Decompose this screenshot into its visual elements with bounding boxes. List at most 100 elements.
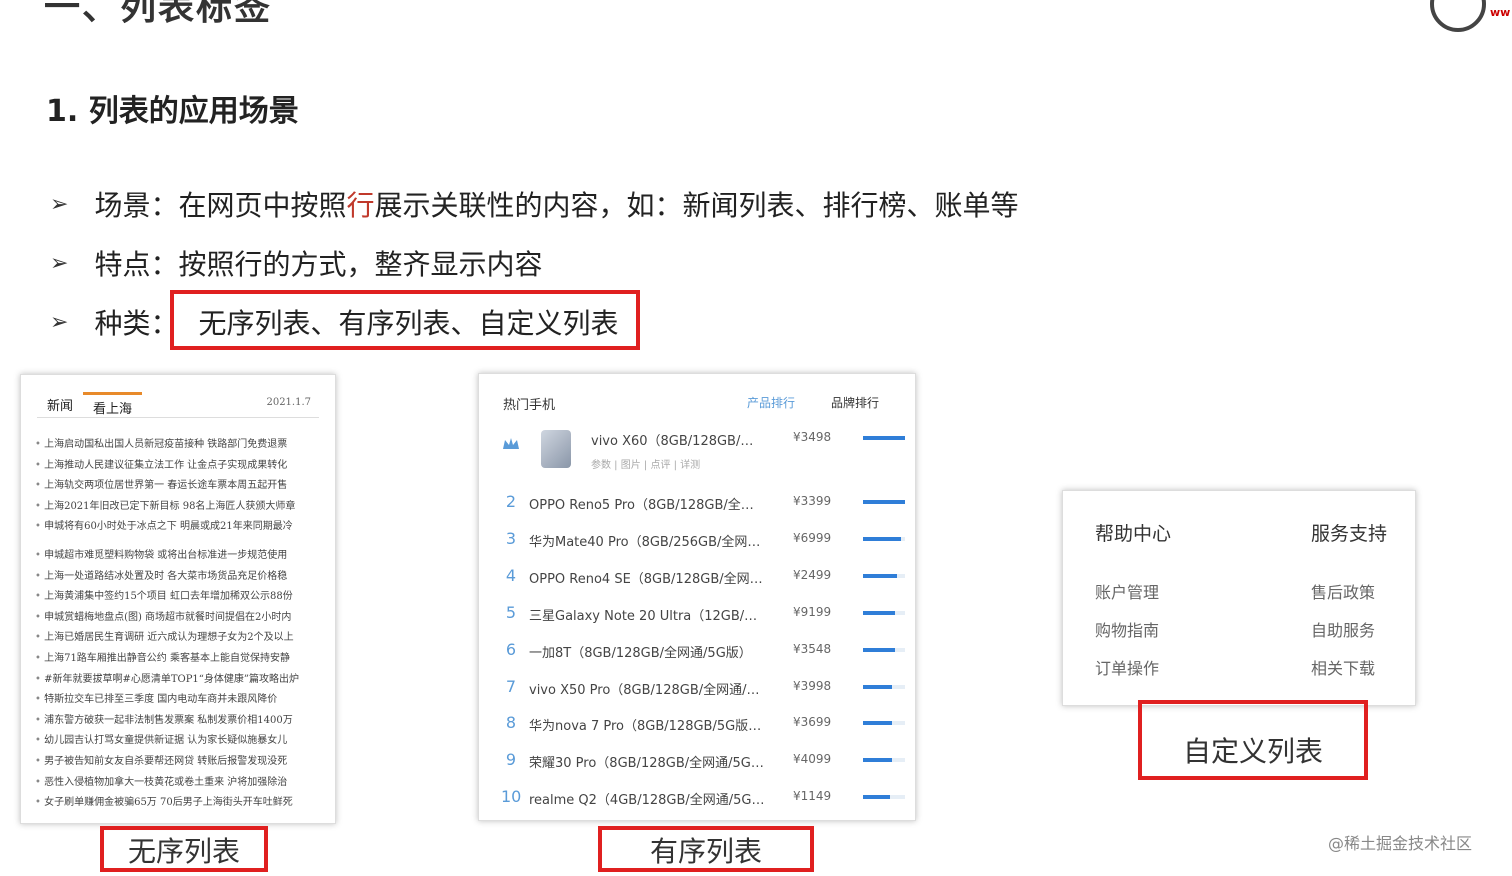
tab-news[interactable]: 新闻 — [47, 395, 73, 414]
list-item[interactable]: 上海71路车厢推出静音公约 乘客基本上能自觉保持安静 — [35, 649, 325, 670]
news-tabs: 新闻 看上海 2021.1.7 — [37, 387, 319, 418]
phone-name[interactable]: 华为nova 7 Pro（8GB/128GB/5G版/全网通） — [529, 715, 765, 734]
phone-name[interactable]: OPPO Reno5 Pro（8GB/128GB/全网通/5G版） — [529, 494, 765, 513]
arrow-icon: ➢ — [50, 309, 69, 335]
popularity-bar-fill — [863, 574, 897, 578]
list-item[interactable]: 上海启动国私出国人员新冠疫苗接种 铁路部门免费退票 — [35, 435, 325, 456]
phone-price: ¥9199 — [793, 605, 832, 619]
link-account-management[interactable]: 账户管理 — [1095, 579, 1159, 603]
table-row[interactable]: 7 vivo X50 Pro（8GB/128GB/全网通/5G版） ¥3998 — [479, 677, 915, 715]
link-self-service[interactable]: 自助服务 — [1311, 617, 1375, 641]
popularity-bar-fill — [863, 611, 895, 615]
bullet-scene: ➢ 场景：在网页中按照行展示关联性的内容，如：新闻列表、排行榜、账单等 — [50, 184, 1018, 224]
table-row[interactable]: 参数 | 图片 | 点评 | 详测 vivo X60（8GB/128GB/全网通/… — [479, 430, 915, 471]
help-center-heading: 帮助中心 — [1095, 523, 1172, 545]
list-item[interactable]: 申城将有60小时处于冰点之下 明晨或成21年来同期最冷 — [35, 517, 325, 538]
phone-price: ¥6999 — [793, 531, 832, 545]
phone-name[interactable]: 一加8T（8GB/128GB/全网通/5G版） — [529, 642, 765, 661]
popularity-bar — [863, 611, 905, 615]
phone-price: ¥4099 — [793, 752, 832, 766]
news-date: 2021.1.7 — [266, 397, 311, 408]
rank-number: 8 — [505, 713, 517, 732]
tab-product-ranking[interactable]: 产品排行 — [747, 394, 795, 411]
popularity-bar — [863, 537, 905, 541]
arrow-icon: ➢ — [50, 191, 69, 217]
table-row[interactable]: 8 华为nova 7 Pro（8GB/128GB/5G版/全网通） ¥3699 — [479, 713, 915, 751]
list-item[interactable]: 上海推动人民建议征集立法工作 让金点子实现成果转化 — [35, 456, 325, 477]
bullet-scene-pre: 场景：在网页中按照 — [94, 189, 347, 222]
rank-number: 4 — [505, 566, 517, 585]
table-row[interactable]: 9 荣耀30 Pro（8GB/128GB/全网通/5G版） ¥4099 — [479, 750, 915, 788]
tab-shanghai[interactable]: 看上海 — [83, 392, 143, 417]
rank-number: 5 — [505, 603, 517, 622]
popularity-bar — [863, 648, 905, 652]
rank-number: 6 — [505, 640, 517, 659]
phone-price: ¥3498 — [793, 430, 832, 444]
bullet-feature-text: 特点：按照行的方式，整齐显示内容 — [94, 248, 543, 281]
phone-name[interactable]: 荣耀30 Pro（8GB/128GB/全网通/5G版） — [529, 752, 765, 771]
phone-ranking-panel: 热门手机 产品排行 品牌排行 参数 | 图片 | 点评 | 详测 vivo X60… — [478, 373, 916, 821]
popularity-bar-fill — [863, 721, 893, 725]
link-downloads[interactable]: 相关下载 — [1311, 655, 1375, 679]
list-item[interactable]: 上海轨交两项位居世界第一 春运长途车票本周五起开售 — [35, 476, 325, 497]
phone-name[interactable]: 华为Mate40 Pro（8GB/256GB/全网通/5G版） — [529, 531, 765, 550]
phone-name[interactable]: 三星Galaxy Note 20 Ultra（12GB/256GB/全网通/5G… — [529, 605, 765, 624]
table-row[interactable]: 10 realme Q2（4GB/128GB/全网通/5G版） ¥1149 — [479, 787, 915, 825]
popularity-bar-fill — [863, 537, 901, 541]
list-item[interactable]: 幼儿园吉认打骂女童提供新证据 认为家长疑似施暴女儿 — [35, 731, 325, 752]
popularity-bar — [863, 795, 905, 799]
table-row[interactable]: 5 三星Galaxy Note 20 Ultra（12GB/256GB/全网通/5… — [479, 603, 915, 641]
phone-name[interactable]: vivo X60（8GB/128GB/全网通/5G版） — [591, 430, 763, 449]
rank-number: 3 — [505, 529, 517, 548]
link-after-sales-policy[interactable]: 售后政策 — [1311, 579, 1375, 603]
popularity-bar-fill — [863, 500, 905, 504]
phone-name[interactable]: realme Q2（4GB/128GB/全网通/5G版） — [529, 789, 765, 808]
phone-price: ¥3699 — [793, 715, 832, 729]
types-highlight-box — [170, 290, 640, 350]
list-item[interactable]: 申城超市难觅塑料购物袋 或将出台标准进一步规范使用 — [35, 546, 325, 567]
news-items: 上海启动国私出国人员新冠疫苗接种 铁路部门免费退票 上海推动人民建议征集立法工作… — [35, 435, 325, 814]
sub-title: 1. 列表的应用场景 — [46, 94, 299, 129]
phone-price: ¥2499 — [793, 568, 832, 582]
phone-thumbnail[interactable] — [541, 430, 571, 468]
phone-price: ¥3399 — [793, 494, 832, 508]
phone-meta-links[interactable]: 参数 | 图片 | 点评 | 详测 — [591, 456, 700, 471]
popularity-bar-fill — [863, 685, 893, 689]
caption-custom: 自定义列表 — [1182, 735, 1323, 768]
phone-ranking-title: 热门手机 — [503, 398, 556, 413]
table-row[interactable]: 6 一加8T（8GB/128GB/全网通/5G版） ¥3548 — [479, 640, 915, 678]
table-row[interactable]: 2 OPPO Reno5 Pro（8GB/128GB/全网通/5G版） ¥3399 — [479, 492, 915, 530]
list-item[interactable]: 特斯拉交车已排至三季度 国内电动车商并未跟风降价 — [35, 690, 325, 711]
table-row[interactable]: 3 华为Mate40 Pro（8GB/256GB/全网通/5G版） ¥6999 — [479, 529, 915, 567]
list-item[interactable]: 男子被告知前女友自杀要帮还网贷 转账后报警发现没死 — [35, 752, 325, 773]
bullet-scene-post: 展示关联性的内容，如：新闻列表、排行榜、账单等 — [374, 189, 1019, 222]
help-center-panel: 帮助中心 服务支持 账户管理 购物指南 订单操作 售后政策 自助服务 相关下载 — [1062, 490, 1416, 706]
list-item[interactable]: 上海一处道路结冰处置及时 各大菜市场货品充足价格稳 — [35, 567, 325, 588]
phone-name[interactable]: vivo X50 Pro（8GB/128GB/全网通/5G版） — [529, 679, 765, 698]
logo-icon — [1430, 0, 1486, 32]
popularity-bar-fill — [863, 436, 905, 440]
section-title: 一、列表标签 — [44, 0, 273, 28]
phone-price: ¥3998 — [793, 679, 832, 693]
list-item[interactable]: 女子刷单赚佣金被骗65万 70后男子上海街头开车吐鲜死 — [35, 793, 325, 814]
popularity-bar-fill — [863, 758, 893, 762]
list-item[interactable]: 恶性入侵植物加拿大一枝黄花或卷土重来 沪将加强除治 — [35, 773, 325, 794]
crown-icon — [501, 436, 521, 455]
tab-brand-ranking[interactable]: 品牌排行 — [831, 394, 879, 411]
list-item[interactable]: 上海2021年旧改已定下新目标 98名上海匠人获颁大师章 — [35, 497, 325, 518]
list-item[interactable]: 浦东警方破获一起非法制售发票案 私制发票价相1400万 — [35, 711, 325, 732]
caption-unordered: 无序列表 — [127, 835, 240, 868]
list-item[interactable]: 上海黄浦集中签约15个项目 虹口去年增加稀双公示88份 — [35, 587, 325, 608]
link-order-operations[interactable]: 订单操作 — [1095, 655, 1159, 679]
list-item[interactable]: 上海已婚居民生育调研 近六成认为理想子女为2个及以上 — [35, 628, 325, 649]
list-item[interactable]: #新年就要拔草啊#心愿清单TOP1“身体健康”篇攻略出炉 — [35, 670, 325, 691]
caption-ordered: 有序列表 — [649, 835, 762, 868]
rank-number: 7 — [505, 677, 517, 696]
list-item[interactable]: 申城赏蜡梅地盘点(图) 商场超市就餐时间提倡在2小时内 — [35, 608, 325, 629]
table-row[interactable]: 4 OPPO Reno4 SE（8GB/128GB/全网通/5G版） ¥2499 — [479, 566, 915, 604]
link-shopping-guide[interactable]: 购物指南 — [1095, 617, 1159, 641]
service-support-heading: 服务支持 — [1311, 523, 1388, 545]
phone-name[interactable]: OPPO Reno4 SE（8GB/128GB/全网通/5G版） — [529, 568, 765, 587]
bullet-feature: ➢ 特点：按照行的方式，整齐显示内容 — [50, 243, 542, 283]
popularity-bar-fill — [863, 648, 895, 652]
